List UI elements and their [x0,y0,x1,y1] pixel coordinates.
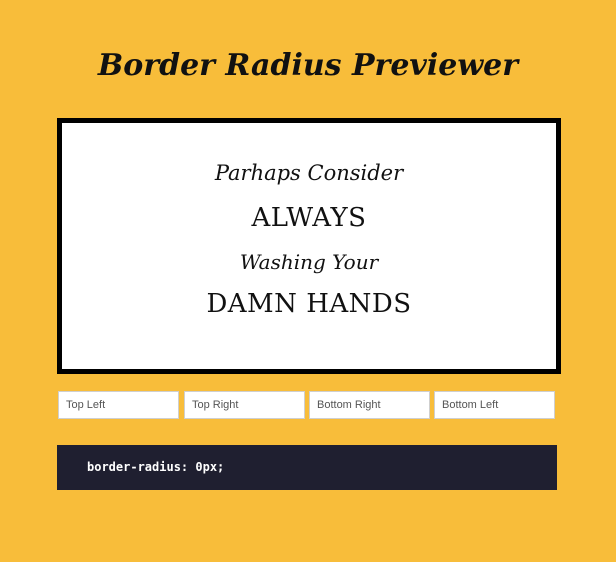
bottom-left-input[interactable] [434,391,555,419]
preview-line-3: Washing Your [239,250,379,274]
preview-line-2: ALWAYS [251,203,367,233]
preview-line-1: Parhaps Consider [214,161,404,185]
border-preview-box: Parhaps Consider ALWAYS Washing Your DAM… [57,118,561,374]
css-output-code[interactable]: border-radius: 0px; [57,445,557,490]
bottom-right-input[interactable] [309,391,430,419]
page-title: Border Radius Previewer [97,48,519,83]
preview-line-4: DAMN HANDS [206,289,412,319]
radius-inputs [58,391,556,419]
top-right-input[interactable] [184,391,305,419]
top-left-input[interactable] [58,391,179,419]
